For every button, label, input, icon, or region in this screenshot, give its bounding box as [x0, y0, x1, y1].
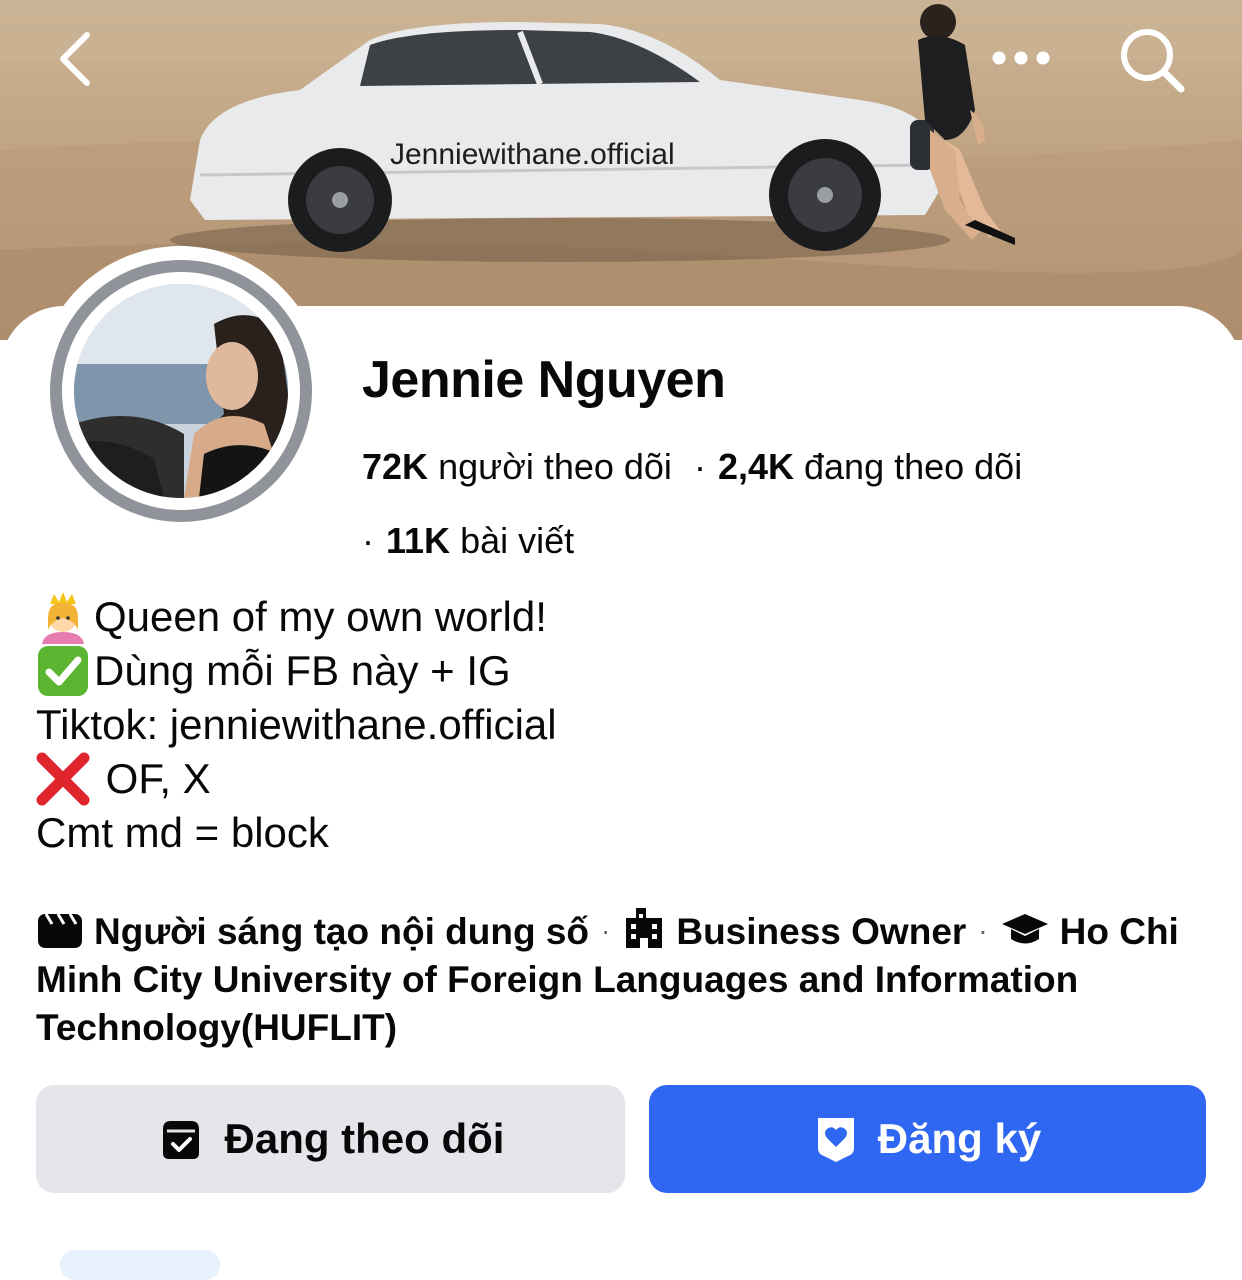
following-button-label: Đang theo dõi	[224, 1115, 505, 1162]
following-count: 2,4K	[717, 446, 794, 487]
followers-stat[interactable]: 72K người theo dõi	[362, 446, 682, 487]
bio-line: OF, X	[36, 752, 1186, 806]
profile-bio: Queen of my own world! Dùng mỗi FB này +…	[36, 590, 1186, 860]
followers-count: 72K	[362, 446, 429, 487]
building-icon	[626, 908, 663, 948]
detail-work: Business Owner	[676, 911, 967, 952]
bio-line: Tiktok: jenniewithane.official	[36, 698, 1186, 752]
search-icon	[1121, 29, 1185, 93]
bio-line: Queen of my own world!	[36, 590, 1186, 644]
subscribe-button[interactable]: Đăng ký	[649, 1085, 1206, 1193]
detail-separator: ·	[978, 915, 988, 946]
search-button[interactable]	[1110, 20, 1194, 100]
profile-name: Jennie Nguyen	[362, 351, 726, 409]
posts-stat: 11K bài viết	[386, 520, 574, 561]
posts-count: 11K	[386, 520, 451, 561]
clapperboard-icon	[38, 913, 82, 948]
check-mark-emoji-icon	[36, 644, 94, 698]
cross-mark-emoji-icon	[36, 752, 94, 806]
avatar-border	[49, 259, 312, 522]
bio-line: Dùng mỗi FB này + IG	[36, 644, 1186, 698]
bio-text: Cmt md = block	[36, 809, 329, 856]
tab-pill[interactable]	[60, 1250, 220, 1280]
bio-text: Dùng mỗi FB này + IG	[94, 647, 511, 694]
stat-separator: ·	[693, 446, 706, 487]
bio-text: Queen of my own world!	[94, 593, 547, 640]
chevron-left-icon	[60, 32, 90, 86]
car-door-text: Jenniewithane.official	[390, 138, 675, 171]
bio-text: Tiktok: jenniewithane.official	[36, 701, 557, 748]
more-options-button[interactable]	[986, 30, 1056, 86]
avatar[interactable]	[36, 246, 325, 535]
bio-text: OF, X	[94, 755, 211, 802]
more-horizontal-icon	[992, 51, 1050, 65]
detail-category: Người sáng tạo nội dung số	[94, 911, 590, 952]
princess-emoji-icon	[36, 590, 94, 644]
following-button[interactable]: Đang theo dõi	[36, 1085, 625, 1193]
followers-label: người theo dõi	[438, 446, 672, 487]
profile-details: Người sáng tạo nội dung số · Business Own…	[36, 904, 1206, 1052]
back-button[interactable]	[40, 24, 110, 94]
profile-stats: 72K người theo dõi · 2,4K đang theo dõi ·…	[362, 430, 1212, 578]
posts-label: bài viết	[460, 520, 575, 561]
stat-separator: ·	[362, 520, 374, 561]
detail-separator: ·	[601, 915, 611, 946]
subscribe-button-label: Đăng ký	[877, 1115, 1042, 1162]
following-stat[interactable]: 2,4K đang theo dõi	[718, 446, 1022, 487]
bio-line: Cmt md = block	[36, 806, 1186, 860]
avatar-photo	[73, 283, 288, 498]
graduation-cap-icon	[1001, 914, 1048, 944]
following-label: đang theo dõi	[804, 446, 1023, 487]
following-check-icon	[162, 1121, 199, 1159]
subscribe-badge-icon	[817, 1118, 854, 1162]
